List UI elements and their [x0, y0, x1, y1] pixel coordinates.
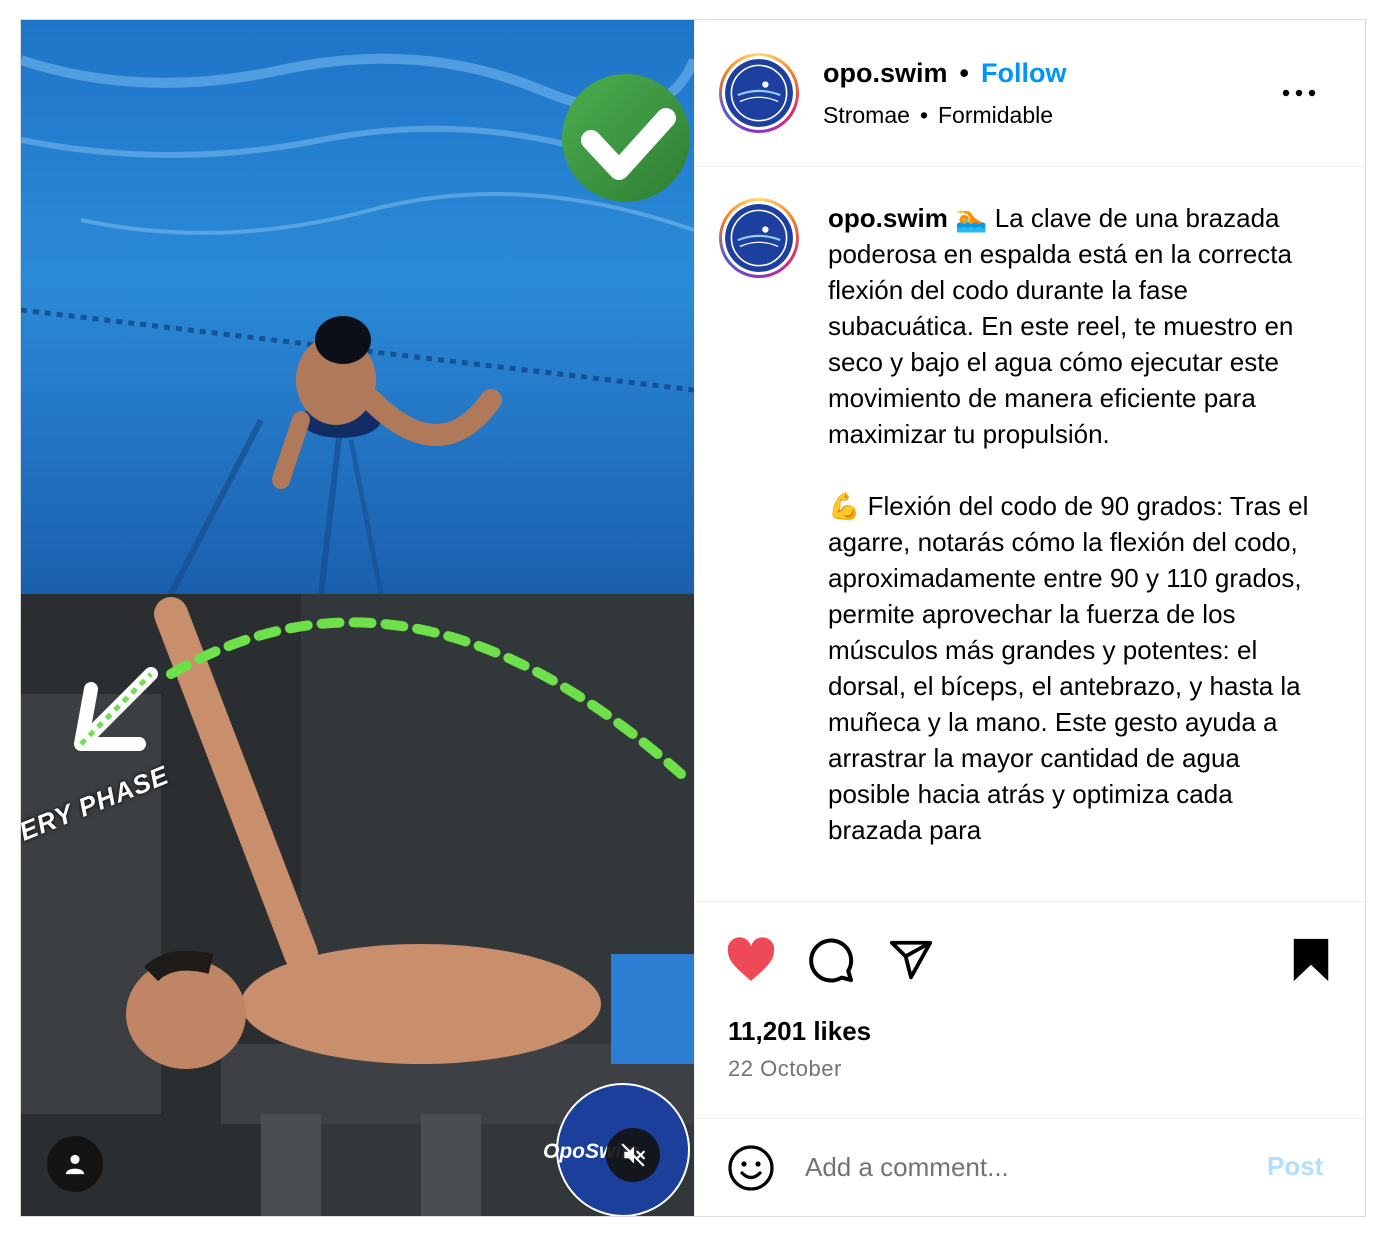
emoji-smile-icon: [728, 1145, 774, 1191]
reel-video[interactable]: ERY PHASE OpoSwim: [21, 20, 694, 1216]
author-avatar[interactable]: [719, 53, 799, 133]
post-date[interactable]: 22 October: [728, 1056, 842, 1082]
actions-bar: 11,201 likes 22 October: [695, 901, 1365, 1118]
separator-dot: •: [959, 58, 969, 88]
like-button[interactable]: [725, 934, 777, 986]
heart-filled-icon: [727, 937, 775, 981]
more-options-button[interactable]: [1273, 78, 1325, 108]
audio-separator: •: [919, 102, 928, 128]
post-info-panel: opo.swim • Follow Stromae • Formidable o…: [694, 20, 1365, 1216]
comment-icon: [809, 938, 854, 983]
oposwim-logo: [725, 204, 793, 272]
caption-paragraph-2: 💪 Flexión del codo de 90 grados: Tras el…: [828, 491, 1316, 845]
emoji-picker-button[interactable]: [727, 1144, 775, 1192]
person-icon: [65, 1154, 85, 1175]
comment-bar: Post: [695, 1118, 1365, 1218]
audio-track[interactable]: Formidable: [938, 102, 1053, 129]
share-icon: [889, 940, 933, 980]
caption-text: opo.swim 🏊 La clave de una brazada poder…: [828, 200, 1318, 848]
save-button[interactable]: [1285, 934, 1337, 986]
audio-artist[interactable]: Stromae: [823, 102, 910, 129]
mute-toggle-button[interactable]: [606, 1128, 660, 1182]
comment-button[interactable]: [805, 934, 857, 986]
post-header: opo.swim • Follow Stromae • Formidable: [695, 20, 1365, 167]
caption-author-avatar[interactable]: [719, 198, 799, 278]
likes-count[interactable]: 11,201 likes: [728, 1016, 871, 1047]
author-row: opo.swim • Follow: [823, 58, 1066, 89]
caption-username[interactable]: opo.swim: [828, 203, 948, 233]
follow-button[interactable]: Follow: [981, 58, 1066, 89]
comment-input[interactable]: [805, 1147, 1245, 1187]
post-card: ERY PHASE OpoSwim opo.swim • Follow Stro…: [20, 19, 1366, 1217]
speaker-muted-icon: [621, 1143, 645, 1167]
pool-scene-image: [21, 20, 694, 594]
post-comment-button[interactable]: Post: [1267, 1151, 1323, 1182]
caption-paragraph-1: 🏊 La clave de una brazada poderosa en es…: [828, 203, 1301, 449]
bookmark-filled-icon: [1293, 938, 1329, 982]
tagged-users-button[interactable]: [47, 1136, 103, 1192]
caption-scroll-area[interactable]: opo.swim 🏊 La clave de una brazada poder…: [695, 168, 1365, 901]
oposwim-logo: [725, 59, 793, 127]
share-button[interactable]: [885, 934, 937, 986]
more-horizontal-icon: [1282, 89, 1316, 97]
audio-attribution[interactable]: Stromae • Formidable: [823, 102, 1053, 129]
author-username[interactable]: opo.swim: [823, 58, 948, 89]
gym-scene-image: [21, 594, 694, 1216]
